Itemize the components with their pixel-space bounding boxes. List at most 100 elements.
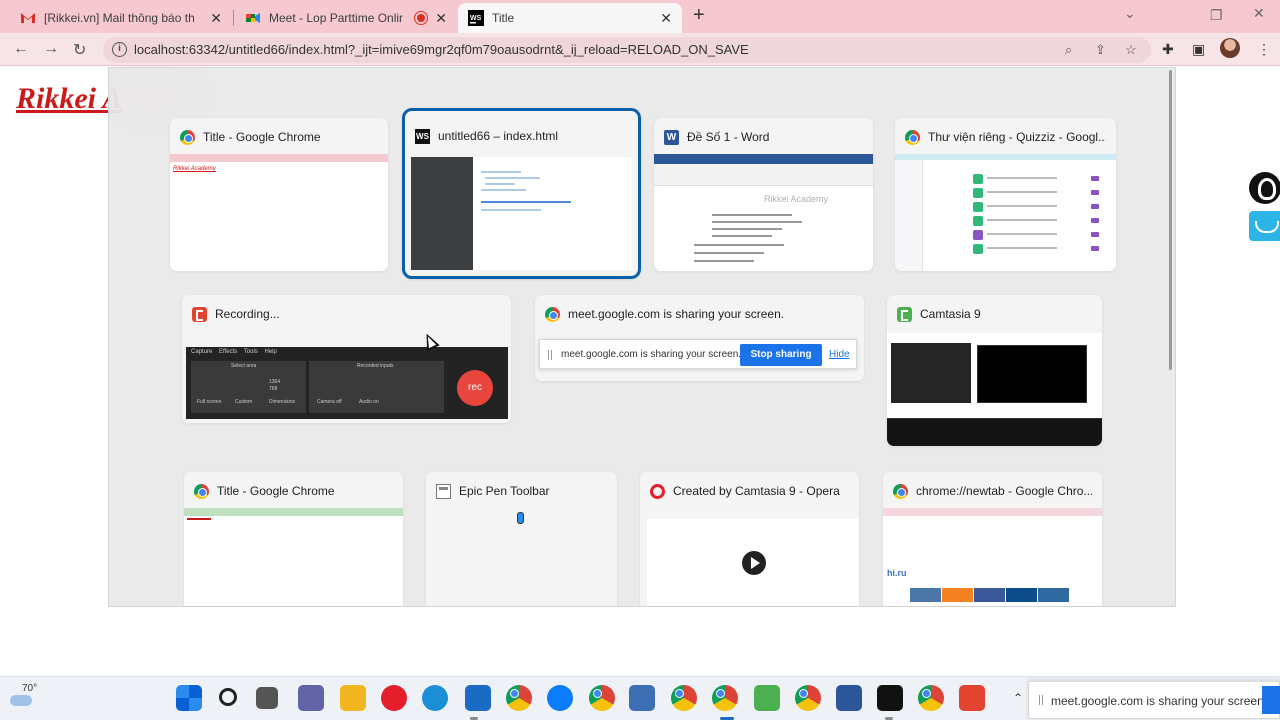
camtasia-recorder-icon[interactable]	[959, 685, 985, 711]
chrome-profile-icon[interactable]	[671, 685, 697, 711]
edge-icon[interactable]	[422, 685, 448, 711]
extensions-puzzle-icon[interactable]: ✚	[1162, 41, 1174, 58]
window-card-newtab[interactable]: chrome://newtab - Google Chro... hi.ru	[883, 472, 1102, 606]
chrome-icon[interactable]	[506, 685, 532, 711]
tab-gmail[interactable]: [Rikkei.vn] Mail thông báo thiếu ✕	[10, 3, 232, 33]
address-bar[interactable]: i localhost:63342/untitled66/index.html?…	[103, 37, 1151, 63]
opera-icon[interactable]	[381, 685, 407, 711]
speed-dial-tiles	[910, 588, 1069, 602]
close-window-icon[interactable]: ✕	[1253, 5, 1265, 22]
select-area-box: Select area Full screen Custom Dimension…	[191, 361, 306, 413]
menu-dots-icon[interactable]: ⋮	[1257, 41, 1271, 58]
chrome-profile-icon[interactable]	[712, 685, 738, 711]
browser-toolbar: ← → ↻ i localhost:63342/untitled66/index…	[0, 33, 1280, 66]
weather-widget[interactable]: 70°	[8, 683, 38, 713]
word-icon[interactable]	[836, 685, 862, 711]
tab-title: [Rikkei.vn] Mail thông báo thiếu	[44, 11, 194, 25]
zoom-icon[interactable]: ⌕	[1065, 42, 1072, 58]
height-value: 768	[269, 386, 278, 392]
tab-title: Title	[492, 11, 515, 25]
tray-overflow-caret-icon[interactable]: ⌃	[1013, 691, 1023, 705]
camtasia-icon[interactable]	[754, 685, 780, 711]
window-card-camtasia[interactable]: Camtasia 9	[887, 295, 1102, 446]
site-info-icon[interactable]: i	[112, 42, 127, 57]
back-arrow-icon[interactable]: ←	[13, 40, 29, 58]
window-title: untitled66 – index.html	[438, 129, 559, 143]
window-thumbnail	[887, 333, 1102, 446]
window-title: Đề Số 1 - Word	[687, 130, 770, 144]
play-icon	[742, 551, 766, 575]
window-thumbnail: hi.ru	[883, 508, 1102, 606]
custom-label: Custom	[235, 399, 253, 405]
window-card-word[interactable]: W Đề Số 1 - Word Rikkei Academy	[654, 118, 873, 271]
window-card-epic-pen[interactable]: Epic Pen Toolbar	[426, 472, 617, 606]
chat-widget-icon[interactable]	[1249, 211, 1280, 241]
tab-meet[interactable]: Meet - Lop Parttime Online T ✕	[235, 3, 457, 33]
window-card-recording[interactable]: Recording... Capture Effects Tools Help …	[182, 295, 511, 423]
width-value: 1364	[269, 379, 281, 385]
tray-sharing-message: meet.google.com is sharing your screen.	[1051, 694, 1268, 708]
location-pin-icon[interactable]	[1249, 172, 1280, 204]
tab-title-active[interactable]: WS Title ✕	[458, 3, 682, 33]
sharing-message: meet.google.com is sharing your screen.	[561, 349, 742, 360]
window-card-chrome-title-2[interactable]: Title - Google Chrome	[184, 472, 403, 606]
meet-icon	[245, 10, 261, 26]
window-thumbnail: Rikkei Academy	[654, 154, 873, 271]
restore-window-icon[interactable]: ❐	[1210, 7, 1223, 24]
bookmark-star-icon[interactable]: ☆	[1125, 42, 1137, 58]
chrome-icon	[893, 483, 908, 499]
app-icon[interactable]	[629, 685, 655, 711]
tray-sharing-bar: meet.google.com is sharing your screen.	[1028, 681, 1280, 719]
drag-handle-icon	[548, 350, 552, 360]
chrome-profile-icon[interactable]	[795, 685, 821, 711]
rec-button: rec	[457, 370, 493, 406]
window-thumbnail	[411, 157, 632, 270]
window-card-webstorm[interactable]: WS untitled66 – index.html	[402, 108, 641, 279]
new-tab-button[interactable]: +	[693, 4, 705, 27]
reload-icon[interactable]: ↻	[73, 40, 86, 60]
search-icon[interactable]	[219, 688, 237, 706]
window-card-opera[interactable]: Created by Camtasia 9 - Opera	[640, 472, 859, 606]
window-title: Title - Google Chrome	[203, 130, 321, 144]
window-card-meet-sharing[interactable]: meet.google.com is sharing your screen. …	[535, 295, 864, 381]
close-tab-icon[interactable]: ✕	[660, 10, 672, 27]
window-card-quizizz[interactable]: Thư viện riêng - Quizziz - Googl...	[895, 118, 1116, 271]
forward-arrow-icon[interactable]: →	[43, 40, 59, 58]
side-panel-icon[interactable]: ▣	[1192, 41, 1205, 58]
window-title: Camtasia 9	[920, 307, 981, 321]
start-button-icon[interactable]	[176, 685, 202, 711]
recorded-inputs-label: Recorded inputs	[357, 363, 394, 369]
word-icon: W	[664, 129, 679, 145]
window-thumbnail	[184, 508, 403, 606]
stop-sharing-button[interactable]	[1262, 686, 1280, 714]
scrollbar-thumb[interactable]	[1169, 70, 1172, 370]
tab-search-icon[interactable]: ⌄	[1124, 5, 1136, 22]
epic-pen-icon	[436, 483, 451, 499]
notepad-icon[interactable]	[465, 685, 491, 711]
profile-avatar[interactable]	[1220, 38, 1240, 58]
chrome-profile-icon[interactable]	[589, 685, 615, 711]
window-thumbnail: Rikkei Academy	[170, 154, 388, 271]
file-explorer-icon[interactable]	[340, 685, 366, 711]
window-title: chrome://newtab - Google Chro...	[916, 484, 1092, 498]
teams-chat-icon[interactable]	[298, 685, 324, 711]
full-screen-label: Full screen	[197, 399, 222, 405]
zalo-icon[interactable]	[547, 685, 573, 711]
task-view-overlay: Title - Google Chrome Rikkei Academy WS u…	[108, 67, 1176, 607]
drag-handle-icon	[1039, 695, 1043, 705]
task-view-icon[interactable]	[256, 687, 278, 709]
window-title: Epic Pen Toolbar	[459, 484, 550, 498]
close-tab-icon[interactable]: ✕	[210, 10, 222, 27]
webstorm-icon: WS	[415, 128, 430, 144]
window-card-chrome-title[interactable]: Title - Google Chrome Rikkei Academy	[170, 118, 388, 271]
svg-text:WS: WS	[470, 15, 482, 22]
opera-icon	[650, 483, 665, 499]
tab-separator	[233, 10, 234, 26]
close-tab-icon[interactable]: ✕	[435, 10, 447, 27]
webstorm-icon[interactable]	[877, 685, 903, 711]
share-icon[interactable]: ⇪	[1095, 42, 1106, 58]
chrome-icon[interactable]	[918, 685, 944, 711]
hide-link: Hide	[829, 349, 850, 360]
temperature: 70°	[22, 683, 38, 694]
window-thumbnail	[895, 154, 1116, 271]
